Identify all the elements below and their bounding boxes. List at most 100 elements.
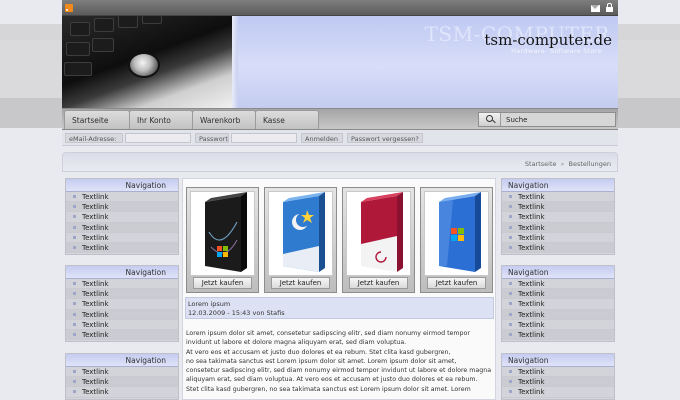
article-body: Lorem ipsum dolor sit amet, consetetur s…: [186, 329, 496, 394]
nav-box-left-2: Navigation Textlink Textlink Textlink Te…: [65, 265, 179, 342]
windows-blue-box-icon: [439, 192, 481, 272]
sidebar-link[interactable]: Textlink: [66, 202, 178, 213]
sidebar-link[interactable]: Textlink: [66, 289, 178, 300]
nav-box-title: Navigation: [502, 179, 614, 192]
key-shape: [118, 16, 138, 28]
tab-kasse[interactable]: Kasse: [255, 110, 319, 129]
nav-box-title: Navigation: [66, 266, 178, 279]
sidebar-link[interactable]: Textlink: [502, 192, 614, 203]
password-label: Passwort: [195, 133, 229, 143]
sidebar-link[interactable]: Textlink: [66, 299, 178, 310]
nav-box-left-1: Navigation Textlink Textlink Textlink Te…: [65, 178, 179, 255]
sidebar-link[interactable]: Textlink: [502, 232, 614, 243]
product-card[interactable]: Jetzt kaufen: [264, 187, 337, 293]
news-title[interactable]: Lorem ipsum: [188, 300, 491, 309]
sidebar-link[interactable]: Textlink: [66, 319, 178, 330]
sidebar-link[interactable]: Textlink: [502, 387, 614, 398]
sidebar-link[interactable]: Textlink: [66, 367, 178, 378]
key-shape: [66, 42, 90, 56]
debian-box-icon: [361, 192, 403, 272]
product-image: [268, 191, 333, 276]
breadcrumb-separator: »: [560, 160, 565, 168]
search-input[interactable]: [501, 113, 615, 126]
login-button[interactable]: Anmelden: [301, 133, 343, 143]
article-line: aliquyam erat, sed diam voluptua. At ver…: [186, 376, 478, 384]
sidebar-link[interactable]: Textlink: [502, 222, 614, 233]
tab-warenkorb[interactable]: Warenkorb: [192, 110, 256, 129]
sidebar-link[interactable]: Textlink: [66, 387, 178, 398]
sidebar-link[interactable]: Textlink: [66, 377, 178, 388]
top-bar: [62, 0, 618, 16]
sidebar-link[interactable]: Textlink: [502, 242, 614, 254]
nav-box-title: Navigation: [66, 179, 178, 192]
rss-icon[interactable]: [65, 4, 73, 12]
mail-icon[interactable]: [591, 5, 600, 12]
product-card[interactable]: Jetzt kaufen: [342, 187, 415, 293]
sidebar-link[interactable]: Textlink: [66, 242, 178, 254]
buy-button[interactable]: Jetzt kaufen: [271, 277, 330, 289]
product-card[interactable]: Jetzt kaufen: [420, 187, 493, 293]
keyboard-image: [62, 16, 232, 108]
sidebar-link[interactable]: Textlink: [502, 367, 614, 378]
article-line: Stet clita kasd gubergren, no sea takima…: [186, 385, 471, 393]
main-nav: Startseite Ihr Konto Warenkorb Kasse: [62, 108, 618, 130]
lock-icon[interactable]: [606, 3, 613, 12]
article-line: consetetur sadipscing elitr, sed diam no…: [186, 367, 492, 375]
key-shape: [64, 62, 92, 76]
nav-box-title: Navigation: [502, 354, 614, 367]
trackball-image: [128, 52, 160, 78]
buy-button[interactable]: Jetzt kaufen: [349, 277, 408, 289]
sidebar-link[interactable]: Textlink: [502, 212, 614, 223]
search-box: [478, 112, 616, 127]
sidebar-link[interactable]: Textlink: [66, 329, 178, 341]
sidebar-link[interactable]: Textlink: [66, 309, 178, 320]
nav-box-left-3: Navigation Textlink Textlink Textlink: [65, 353, 179, 400]
key-shape: [70, 22, 90, 36]
breadcrumb-home[interactable]: Startseite: [525, 160, 557, 168]
breadcrumb-bar: Startseite» Bestellungen: [62, 152, 618, 172]
email-field[interactable]: [125, 133, 191, 143]
search-icon[interactable]: [479, 113, 501, 126]
article-line: Lorem ipsum dolor sit amet, consetetur s…: [186, 330, 470, 337]
sidebar-link[interactable]: Textlink: [66, 232, 178, 243]
sidebar-link[interactable]: Textlink: [66, 222, 178, 233]
product-image: [190, 191, 255, 276]
article-line: invidunt ut labore et dolore magna aliqu…: [186, 339, 407, 347]
buy-button[interactable]: Jetzt kaufen: [193, 277, 252, 289]
header-banner: TSM-COMPUTER tsm-computer.de Hardware- S…: [62, 16, 618, 108]
key-shape: [92, 38, 114, 52]
sidebar-link[interactable]: Textlink: [502, 279, 614, 290]
tab-ihr-konto[interactable]: Ihr Konto: [129, 110, 193, 129]
nav-box-title: Navigation: [66, 354, 178, 367]
sidebar-link[interactable]: Textlink: [502, 329, 614, 341]
tab-startseite[interactable]: Startseite: [64, 110, 130, 129]
page-container: TSM-COMPUTER tsm-computer.de Hardware- S…: [62, 0, 618, 400]
sidebar-link[interactable]: Textlink: [502, 289, 614, 300]
buy-button[interactable]: Jetzt kaufen: [427, 277, 486, 289]
password-field[interactable]: [231, 133, 297, 143]
sidebar-link[interactable]: Textlink: [502, 319, 614, 330]
header-right: TSM-COMPUTER tsm-computer.de Hardware- S…: [238, 16, 618, 108]
main-content: Jetzt kaufen Jetzt kaufen Jetzt kaufen J…: [182, 178, 496, 400]
nav-box-title: Navigation: [502, 266, 614, 279]
nav-box-right-3: Navigation Textlink Textlink Textlink: [501, 353, 615, 400]
sidebar-link[interactable]: Textlink: [502, 202, 614, 213]
product-card[interactable]: Jetzt kaufen: [186, 187, 259, 293]
sidebar-link[interactable]: Textlink: [502, 377, 614, 388]
news-header: Lorem ipsum 12.03.2009 - 15:43 von Stafi…: [185, 297, 494, 319]
nav-box-right-2: Navigation Textlink Textlink Textlink Te…: [501, 265, 615, 342]
kde-box-icon: [283, 192, 325, 272]
article-line: At vero eos et accusam et justo duo dolo…: [186, 348, 451, 356]
breadcrumb: Startseite» Bestellungen: [525, 160, 611, 168]
product-image: [424, 191, 489, 276]
breadcrumb-current[interactable]: Bestellungen: [569, 160, 612, 168]
forgot-password-button[interactable]: Passwort vergessen?: [347, 133, 423, 143]
sidebar-link[interactable]: Textlink: [502, 299, 614, 310]
sidebar-link[interactable]: Textlink: [66, 192, 178, 203]
sidebar-link[interactable]: Textlink: [66, 212, 178, 223]
sidebar-link[interactable]: Textlink: [66, 279, 178, 290]
email-label: eMail-Adresse:: [65, 133, 123, 143]
key-shape: [94, 18, 114, 32]
product-image: [346, 191, 411, 276]
sidebar-link[interactable]: Textlink: [502, 309, 614, 320]
